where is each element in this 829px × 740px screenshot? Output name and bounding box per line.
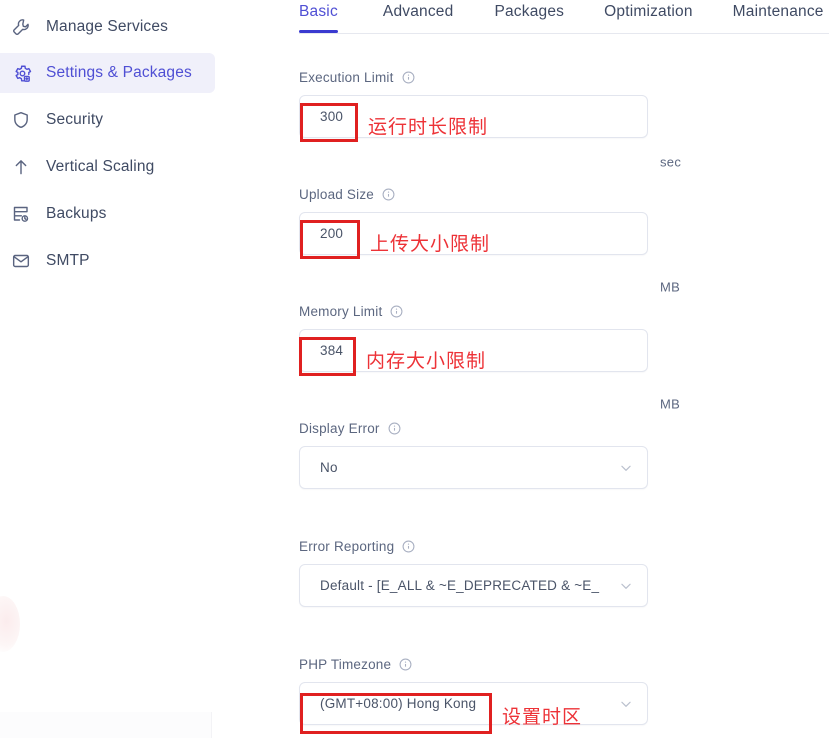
sidebar-item-label: Security xyxy=(46,111,104,128)
php-timezone-select[interactable]: (GMT+08:00) Hong Kong xyxy=(299,682,648,725)
sidebar-item-label: SMTP xyxy=(46,252,90,269)
chevron-down-icon[interactable] xyxy=(619,697,633,711)
sidebar-item-backups[interactable]: Backups xyxy=(0,194,215,234)
info-icon[interactable] xyxy=(388,422,401,435)
chevron-down-icon[interactable] xyxy=(619,461,633,475)
basic-settings-form: Execution Limit 300 sec 运行时长限制 Upload Si… xyxy=(280,0,829,740)
info-icon[interactable] xyxy=(399,658,412,671)
info-icon[interactable] xyxy=(402,540,415,553)
sidebar-item-label: Settings & Packages xyxy=(46,64,192,81)
memory-limit-label: Memory Limit xyxy=(299,304,383,319)
memory-limit-label-row: Memory Limit xyxy=(299,304,829,319)
annotation-text-execution-limit: 运行时长限制 xyxy=(368,116,489,138)
error-reporting-label-row: Error Reporting xyxy=(299,539,829,554)
execution-limit-value: 300 xyxy=(320,109,344,124)
sidebar-item-label: Backups xyxy=(46,205,107,222)
backup-icon xyxy=(8,201,34,227)
execution-limit-label-row: Execution Limit xyxy=(299,70,829,85)
memory-limit-value: 384 xyxy=(320,343,344,358)
annotation-text-upload-size: 上传大小限制 xyxy=(370,233,491,255)
execution-limit-label: Execution Limit xyxy=(299,70,394,85)
php-timezone-value: (GMT+08:00) Hong Kong xyxy=(320,696,477,711)
sidebar-item-smtp[interactable]: SMTP xyxy=(0,241,215,281)
arrow-up-icon xyxy=(8,154,34,180)
info-icon[interactable] xyxy=(382,188,395,201)
status-bar: n/server/1299659/services xyxy=(0,712,212,738)
annotation-text-php-timezone: 设置时区 xyxy=(502,706,583,728)
upload-size-label-row: Upload Size xyxy=(299,187,829,202)
upload-size-unit: MB xyxy=(660,279,681,295)
wrench-icon xyxy=(8,14,34,40)
error-reporting-select[interactable]: Default - [E_ALL & ~E_DEPRECATED & ~E_ST… xyxy=(299,564,648,607)
sidebar-item-settings-packages[interactable]: Settings & Packages xyxy=(0,53,215,93)
error-reporting-value: Default - [E_ALL & ~E_DEPRECATED & ~E_ST… xyxy=(320,578,600,593)
execution-limit-unit: sec xyxy=(660,154,682,170)
main-content: Basic Advanced Packages Optimization Mai… xyxy=(280,0,829,740)
php-timezone-label-row: PHP Timezone xyxy=(299,657,829,672)
php-timezone-label: PHP Timezone xyxy=(299,657,392,672)
upload-size-label: Upload Size xyxy=(299,187,374,202)
sidebar-item-vertical-scaling[interactable]: Vertical Scaling xyxy=(0,147,215,187)
sidebar-item-security[interactable]: Security xyxy=(0,100,215,140)
display-error-select[interactable]: No xyxy=(299,446,648,489)
annotation-text-memory-limit: 内存大小限制 xyxy=(366,350,487,372)
info-icon[interactable] xyxy=(390,305,403,318)
sidebar-item-manage-services[interactable]: Manage Services xyxy=(0,7,215,47)
display-error-value: No xyxy=(320,460,338,475)
sidebar-item-label: Manage Services xyxy=(46,18,169,35)
error-reporting-label: Error Reporting xyxy=(299,539,395,554)
info-icon[interactable] xyxy=(402,71,415,84)
shield-icon xyxy=(8,107,34,133)
decorative-blob xyxy=(0,596,20,652)
upload-size-value: 200 xyxy=(320,226,344,241)
memory-limit-unit: MB xyxy=(660,396,681,412)
field-error-reporting: Error Reporting Default - [E_ALL & ~E_DE… xyxy=(299,539,829,607)
display-error-label-row: Display Error xyxy=(299,421,829,436)
sidebar-item-label: Vertical Scaling xyxy=(46,158,155,175)
sidebar: Manage Services Settings & Packages Secu… xyxy=(0,0,280,740)
envelope-icon xyxy=(8,248,34,274)
chevron-down-icon[interactable] xyxy=(619,579,633,593)
app-root: Manage Services Settings & Packages Secu… xyxy=(0,0,829,740)
display-error-label: Display Error xyxy=(299,421,380,436)
gear-plus-icon xyxy=(8,60,34,86)
field-display-error: Display Error No xyxy=(299,421,829,489)
